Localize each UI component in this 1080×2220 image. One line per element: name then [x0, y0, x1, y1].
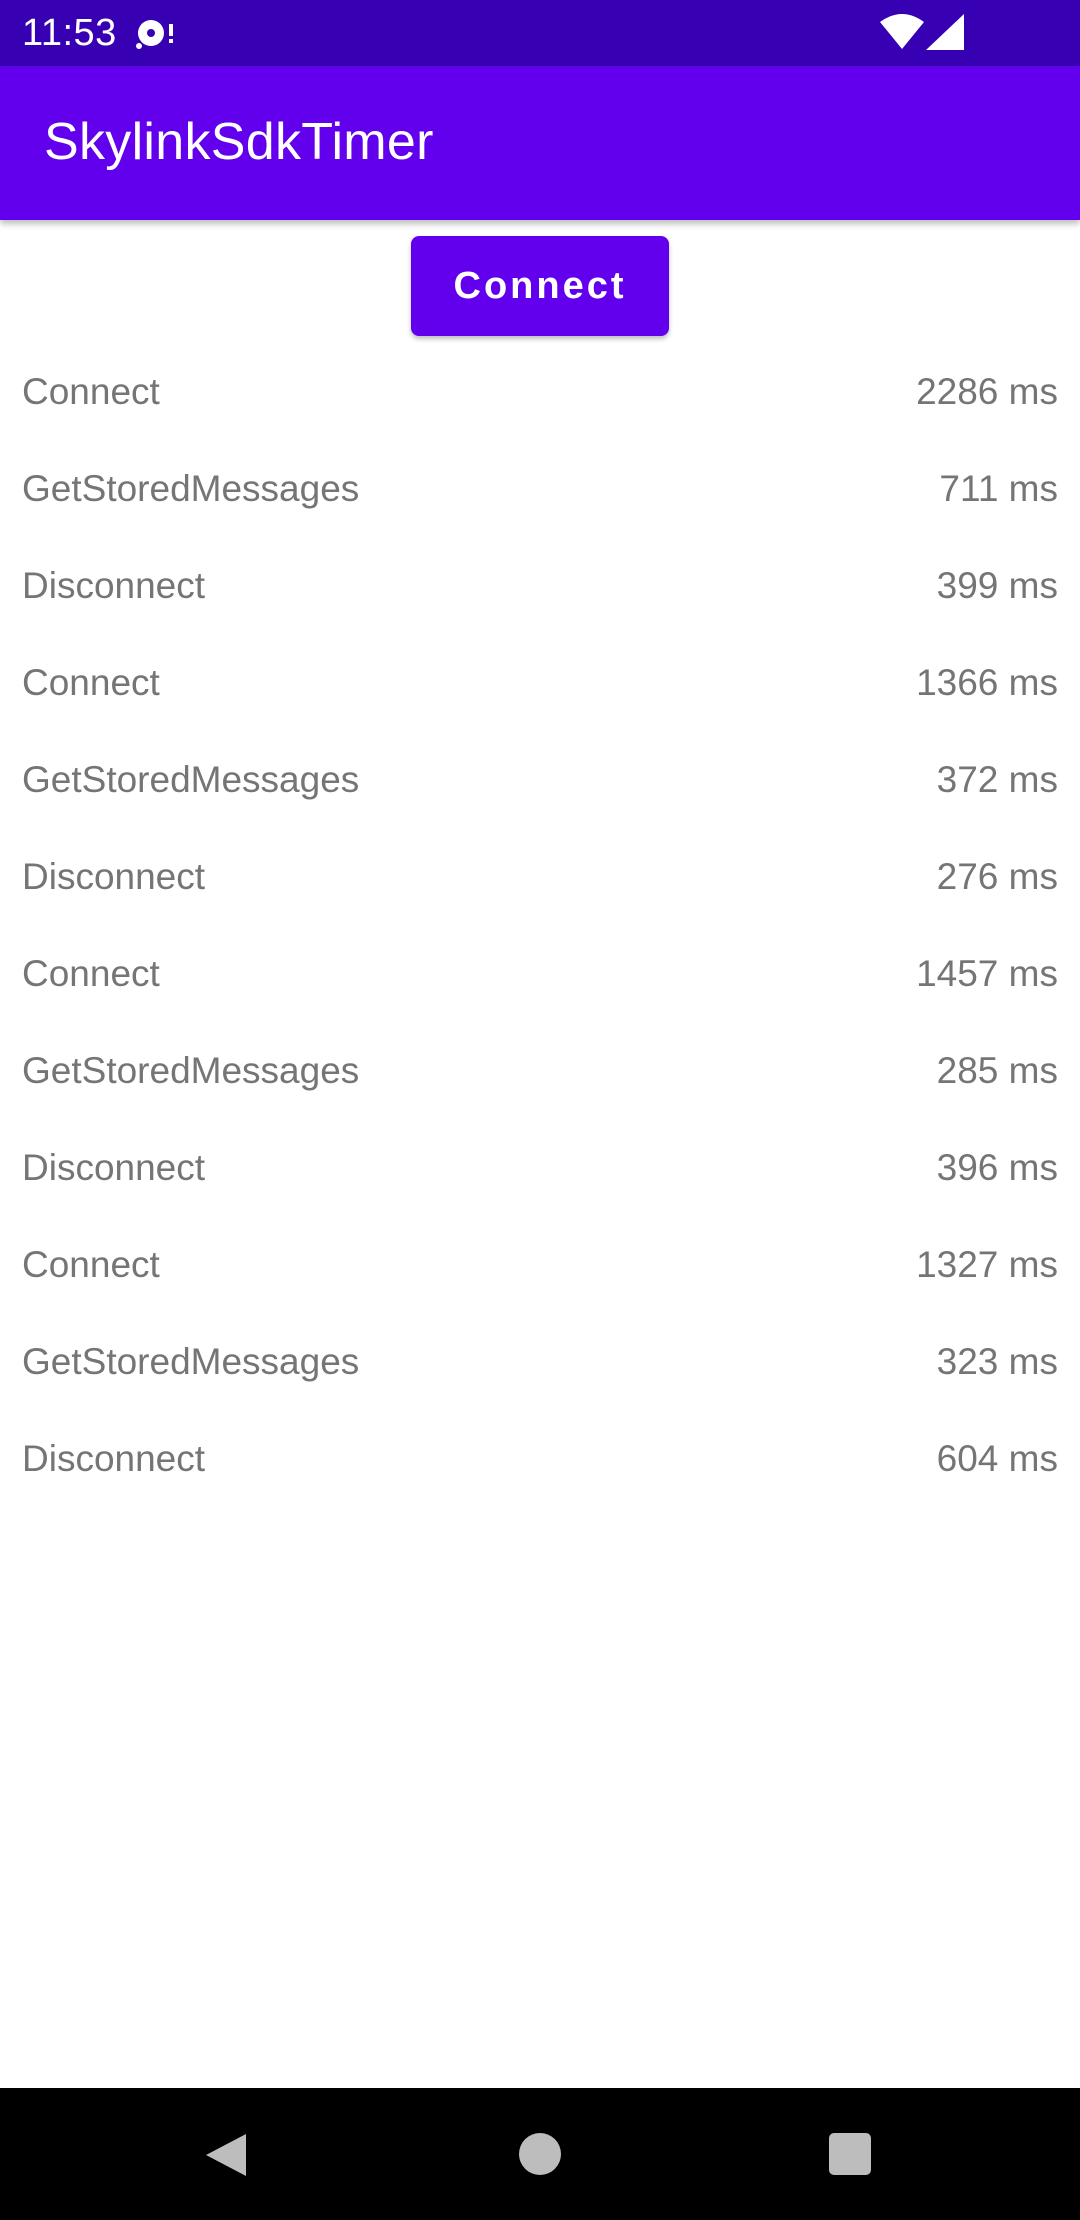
result-row: Connect 2286 ms — [0, 367, 1080, 464]
result-duration: 711 ms — [939, 468, 1058, 509]
result-operation-name: Disconnect — [22, 856, 206, 897]
result-duration: 604 ms — [936, 1438, 1058, 1479]
media-icon — [136, 20, 173, 49]
result-operation-name: Connect — [22, 662, 160, 703]
result-operation-name: Disconnect — [22, 1147, 206, 1188]
results-list: Connect 2286 ms GetStoredMessages 711 ms… — [0, 367, 1080, 1531]
result-row: Connect 1366 ms — [0, 658, 1080, 755]
result-operation-name: GetStoredMessages — [22, 468, 360, 509]
result-operation-name: Disconnect — [22, 1438, 206, 1479]
result-duration: 285 ms — [936, 1050, 1058, 1091]
result-operation-name: GetStoredMessages — [22, 1050, 360, 1091]
result-row: Disconnect 276 ms — [0, 852, 1080, 949]
result-row: GetStoredMessages 323 ms — [0, 1337, 1080, 1434]
result-duration: 1457 ms — [916, 953, 1058, 994]
result-duration: 399 ms — [936, 565, 1058, 606]
result-row: GetStoredMessages 372 ms — [0, 755, 1080, 852]
result-duration: 2286 ms — [916, 371, 1058, 412]
result-row: GetStoredMessages 285 ms — [0, 1046, 1080, 1143]
signal-icon — [926, 14, 964, 50]
result-operation-name: Connect — [22, 1244, 160, 1285]
result-row: Disconnect 396 ms — [0, 1143, 1080, 1240]
wifi-icon — [880, 14, 924, 49]
result-operation-name: GetStoredMessages — [22, 759, 360, 800]
status-bar: 11:53 — [0, 0, 1080, 66]
connect-button[interactable]: Connect — [411, 236, 669, 336]
result-duration: 323 ms — [936, 1341, 1058, 1382]
result-duration: 276 ms — [936, 856, 1058, 897]
result-row: GetStoredMessages 711 ms — [0, 464, 1080, 561]
result-operation-name: Connect — [22, 371, 160, 412]
result-duration: 1366 ms — [916, 662, 1058, 703]
result-duration: 396 ms — [936, 1147, 1058, 1188]
result-operation-name: GetStoredMessages — [22, 1341, 360, 1382]
navigation-bar — [0, 2088, 1080, 2220]
result-row: Connect 1327 ms — [0, 1240, 1080, 1337]
result-duration: 1327 ms — [916, 1244, 1058, 1285]
result-operation-name: Connect — [22, 953, 160, 994]
status-time: 11:53 — [22, 12, 117, 54]
main-content: Connect Connect 2286 ms GetStoredMessage… — [0, 220, 1080, 2088]
result-row: Disconnect 399 ms — [0, 561, 1080, 658]
home-icon[interactable] — [519, 2133, 561, 2175]
recents-icon[interactable] — [829, 2133, 871, 2175]
result-operation-name: Disconnect — [22, 565, 206, 606]
app-title: SkylinkSdkTimer — [44, 113, 434, 171]
app-bar: SkylinkSdkTimer — [0, 66, 1080, 220]
back-icon[interactable] — [204, 2132, 248, 2178]
result-row: Connect 1457 ms — [0, 949, 1080, 1046]
result-row: Disconnect 604 ms — [0, 1434, 1080, 1531]
result-duration: 372 ms — [936, 759, 1058, 800]
